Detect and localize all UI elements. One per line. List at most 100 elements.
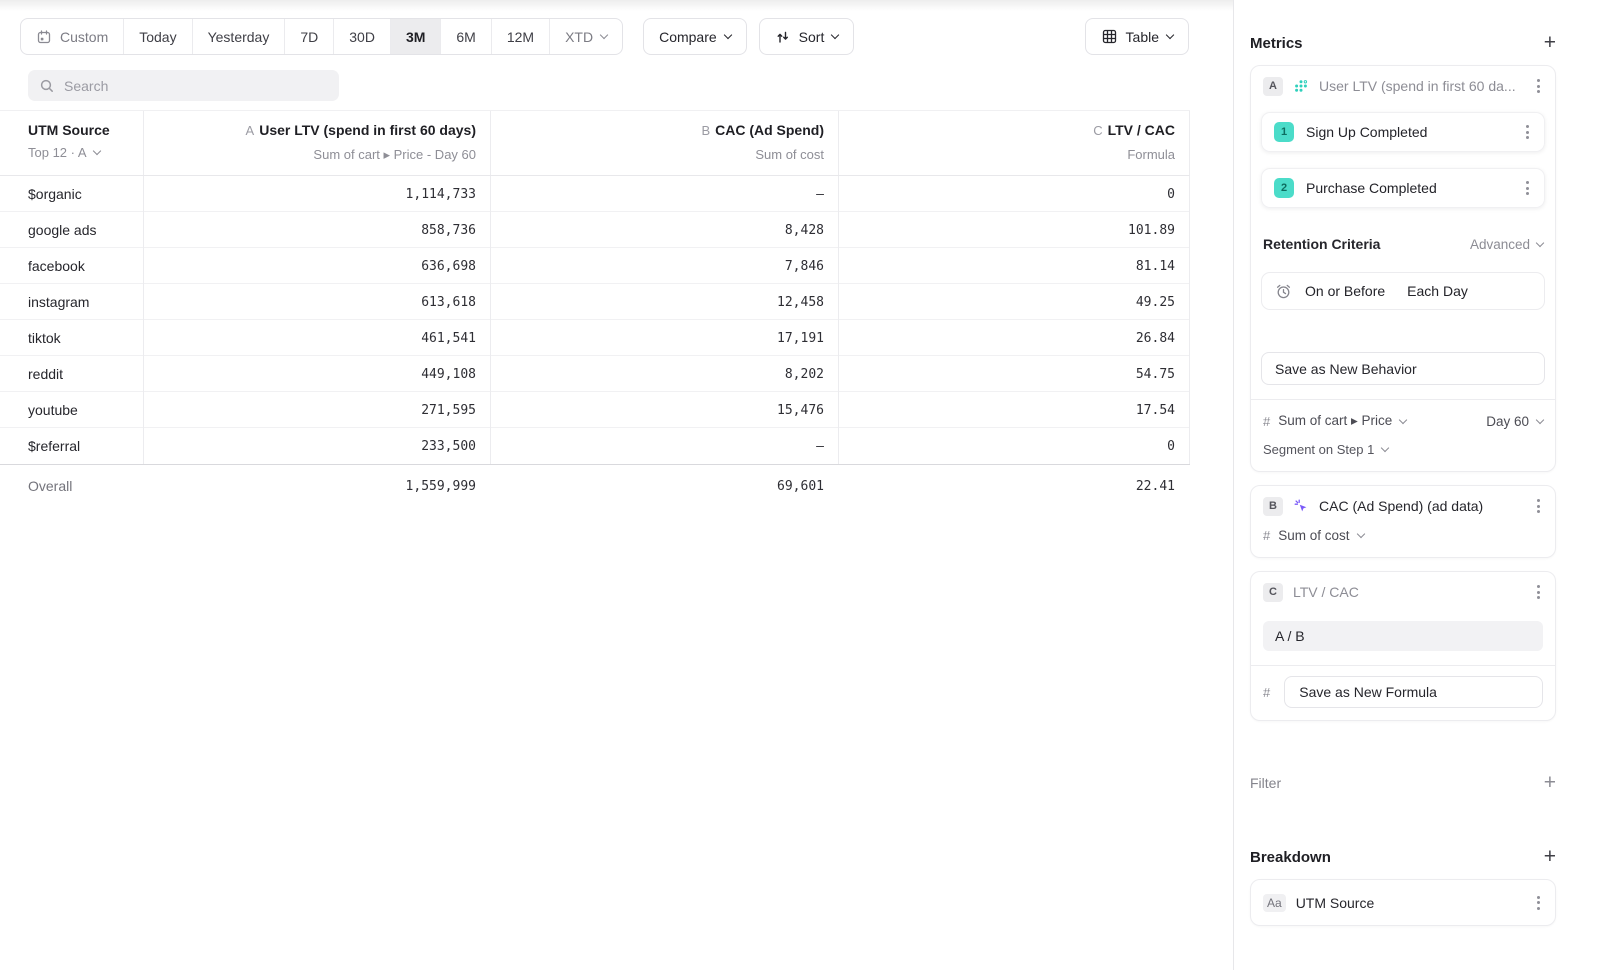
metrics-title: Metrics [1250, 35, 1303, 52]
kebab-menu-icon[interactable] [1534, 76, 1543, 96]
day-window-dropdown[interactable]: Day 60 [1486, 414, 1543, 429]
chevron-down-icon [92, 147, 100, 155]
column-header-metric-c[interactable]: CLTV / CAC Formula [838, 111, 1189, 175]
metric-letter-badge: A [1263, 77, 1283, 96]
chevron-down-icon [1356, 530, 1364, 538]
kebab-menu-icon[interactable] [1523, 122, 1532, 142]
step-number-badge: 2 [1274, 178, 1294, 198]
retention-criteria-row: Retention Criteria Advanced [1263, 236, 1543, 252]
formula-input[interactable]: A / B [1263, 621, 1543, 651]
date-range-7d[interactable]: 7D [284, 19, 333, 54]
date-range-label: Custom [60, 29, 108, 45]
toolbar: Custom Today Yesterday 7D 30D 3M 6M 12M … [20, 18, 1189, 55]
overall-row: Overall 1,559,999 69,601 22.41 [0, 464, 1190, 507]
date-range-12m[interactable]: 12M [491, 19, 549, 54]
metric-a-header[interactable]: A User LTV (spend in first 60 da... [1251, 66, 1555, 106]
search-icon [39, 78, 55, 94]
ad-click-icon [1293, 498, 1309, 514]
table-row: instagram 613,618 12,458 49.25 [0, 284, 1189, 320]
column-header-utm-source[interactable]: UTM Source Top 12 · A [0, 111, 143, 175]
table-row: reddit 449,108 8,202 54.75 [0, 356, 1189, 392]
query-builder-sidebar: Metrics + A User LTV (spend in first 60 … [1233, 0, 1600, 970]
kebab-menu-icon[interactable] [1534, 893, 1543, 913]
save-as-new-behavior-button[interactable]: Save as New Behavior [1261, 352, 1545, 385]
view-table-button[interactable]: Table [1085, 18, 1189, 55]
chevron-down-icon [1536, 415, 1544, 423]
chevron-down-icon [1536, 238, 1544, 246]
metrics-header: Metrics + [1250, 34, 1556, 52]
table-row: $organic 1,114,733 – 0 [0, 176, 1189, 212]
date-range-30d[interactable]: 30D [333, 19, 390, 54]
chevron-down-icon [1381, 444, 1389, 452]
number-type-icon: # [1263, 685, 1270, 700]
breakdown-utm-source-card[interactable]: Aa UTM Source [1250, 879, 1556, 926]
chevron-down-icon [723, 31, 731, 39]
column-header-metric-b[interactable]: BCAC (Ad Spend) Sum of cost [490, 111, 838, 175]
filter-title: Filter [1250, 775, 1281, 791]
date-range-yesterday[interactable]: Yesterday [192, 19, 285, 54]
metric-a-card: A User LTV (spend in first 60 da... 1 Si… [1250, 65, 1556, 472]
metric-letter-badge: B [1263, 497, 1283, 516]
string-type-badge: Aa [1263, 894, 1286, 912]
table-row: tiktok 461,541 17,191 26.84 [0, 320, 1189, 356]
date-range-custom[interactable]: Custom [21, 19, 123, 54]
breakdown-header: Breakdown + [1250, 848, 1556, 866]
search-box [28, 70, 339, 101]
metric-a-footer: # Sum of cart ▸ Price Day 60 Segment on … [1251, 400, 1555, 471]
top-shadow [0, 0, 1233, 11]
table-row: youtube 271,595 15,476 17.54 [0, 392, 1189, 428]
compare-button[interactable]: Compare [643, 18, 747, 55]
table-grid-icon [1101, 28, 1118, 45]
date-range-xtd-dropdown[interactable]: XTD [549, 19, 622, 54]
step-1-card[interactable]: 1 Sign Up Completed [1261, 112, 1545, 152]
alarm-clock-icon [1275, 283, 1292, 300]
step-2-card[interactable]: 2 Purchase Completed [1261, 168, 1545, 208]
add-filter-button[interactable]: + [1544, 774, 1556, 792]
add-breakdown-button[interactable]: + [1544, 848, 1556, 866]
chevron-down-icon [1166, 31, 1174, 39]
table-row: facebook 636,698 7,846 81.14 [0, 248, 1189, 284]
metric-b-title: CAC (Ad Spend) (ad data) [1319, 498, 1524, 514]
number-type-icon: # [1263, 414, 1270, 429]
search-input[interactable] [64, 78, 328, 94]
number-type-icon: # [1263, 528, 1270, 543]
metric-c-title: LTV / CAC [1293, 584, 1524, 600]
results-table: UTM Source Top 12 · A AUser LTV (spend i… [0, 110, 1190, 507]
breakdown-title: Breakdown [1250, 849, 1331, 866]
chevron-down-icon [600, 31, 608, 39]
date-range-6m[interactable]: 6M [440, 19, 490, 54]
retention-mode-dropdown[interactable]: Advanced [1470, 237, 1543, 252]
top-n-dropdown[interactable]: Top 12 · A [28, 145, 129, 160]
table-row: $referral 233,500 – 0 [0, 428, 1189, 464]
column-header-metric-a[interactable]: AUser LTV (spend in first 60 days) Sum o… [143, 111, 490, 175]
calendar-icon [36, 29, 52, 45]
date-range-segmented-control: Custom Today Yesterday 7D 30D 3M 6M 12M … [20, 18, 623, 55]
retention-criteria-card[interactable]: On or Before Each Day [1261, 272, 1545, 310]
sort-arrows-icon [775, 29, 791, 45]
kebab-menu-icon[interactable] [1534, 496, 1543, 516]
table-row: google ads 858,736 8,428 101.89 [0, 212, 1189, 248]
chevron-down-icon [831, 31, 839, 39]
metric-b-header[interactable]: B CAC (Ad Spend) (ad data) [1251, 486, 1555, 526]
measure-dropdown[interactable]: # Sum of cost [1263, 528, 1543, 543]
table-header-row: UTM Source Top 12 · A AUser LTV (spend i… [0, 111, 1190, 176]
date-range-3m[interactable]: 3M [390, 19, 440, 54]
kebab-menu-icon[interactable] [1523, 178, 1532, 198]
chevron-down-icon [1399, 415, 1407, 423]
metric-c-card: C LTV / CAC A / B # Save as New Formula [1250, 571, 1556, 721]
save-as-new-formula-button[interactable]: Save as New Formula [1284, 676, 1543, 708]
sort-button[interactable]: Sort [759, 18, 855, 55]
date-range-today[interactable]: Today [123, 19, 191, 54]
metric-a-title: User LTV (spend in first 60 da... [1319, 78, 1524, 94]
metric-b-card: B CAC (Ad Spend) (ad data) # Sum of cost [1250, 485, 1556, 558]
metric-c-header[interactable]: C LTV / CAC [1251, 572, 1555, 612]
segment-on-step-dropdown[interactable]: Segment on Step 1 [1263, 442, 1543, 457]
behavior-steps: 1 Sign Up Completed 2 Purchase Completed [1251, 106, 1555, 208]
table-body: $organic 1,114,733 – 0 google ads 858,73… [0, 176, 1190, 464]
measure-dropdown[interactable]: # Sum of cart ▸ Price [1263, 413, 1406, 429]
filter-header: Filter + [1250, 774, 1556, 792]
kebab-menu-icon[interactable] [1534, 582, 1543, 602]
main-panel: Custom Today Yesterday 7D 30D 3M 6M 12M … [0, 0, 1233, 970]
add-metric-button[interactable]: + [1544, 34, 1556, 52]
metric-letter-badge: C [1263, 583, 1283, 602]
